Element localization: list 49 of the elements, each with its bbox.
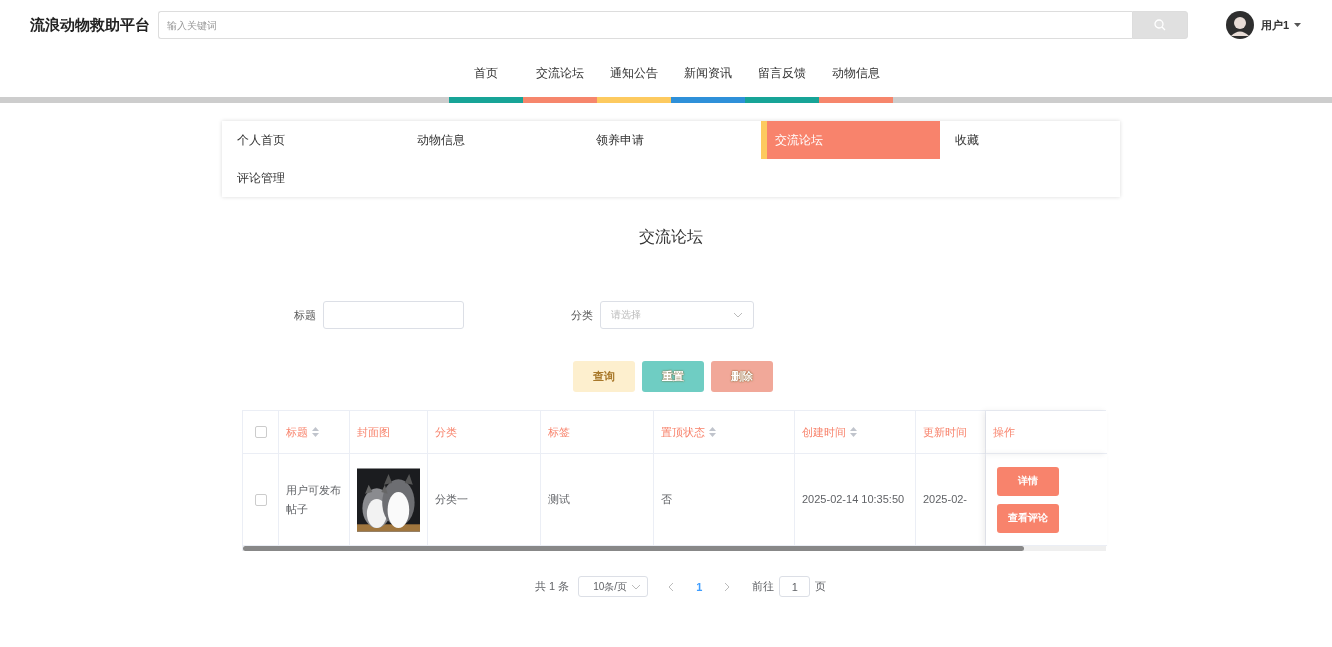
page-title: 交流论坛: [639, 228, 703, 245]
nav-link[interactable]: 留言反馈: [745, 65, 819, 82]
column-header: 分类: [435, 424, 457, 440]
search-button[interactable]: [1132, 11, 1188, 39]
search-field[interactable]: 输入关键词: [158, 11, 1132, 39]
nav-link[interactable]: 首页: [449, 65, 523, 82]
checkbox[interactable]: [254, 426, 267, 438]
table-cell-text: 否: [661, 492, 672, 508]
column-header: 更新时间: [923, 424, 967, 440]
title-input-field[interactable]: [323, 301, 464, 329]
checkbox[interactable]: [254, 493, 267, 506]
page-size-select[interactable]: 10条/页: [578, 576, 649, 597]
site-logo-text: 流浪动物救助平台: [30, 15, 151, 35]
table-cell-text: 分类一: [435, 492, 468, 508]
menu-tab[interactable]: 评论管理: [222, 159, 402, 197]
nav-link[interactable]: 交流论坛: [523, 65, 597, 82]
query-button[interactable]: 查询: [573, 361, 635, 392]
table-cell-text: 测试: [548, 492, 570, 508]
menu-tab[interactable]: 动物信息: [401, 121, 582, 159]
field-label: 标题: [294, 307, 316, 323]
caret-icon[interactable]: [1294, 23, 1302, 27]
column-header: 标签: [548, 424, 570, 440]
goto-label: 前往: [752, 579, 775, 594]
chevron-left-icon[interactable]: [668, 581, 675, 592]
table-cell-text: 用户可发布帖子: [286, 482, 342, 517]
column-header: 操作: [993, 424, 1015, 440]
table-cell-text: 2025-02-: [923, 492, 968, 508]
chevron-right-icon[interactable]: [724, 581, 731, 592]
page-input-field[interactable]: 1: [779, 576, 811, 597]
chevron-down-icon: [631, 583, 642, 590]
field-label: 分类: [571, 307, 593, 323]
sort-icon[interactable]: [312, 427, 319, 437]
user-name[interactable]: 用户1: [1261, 17, 1290, 33]
horizontal-scrollbar[interactable]: [243, 546, 1106, 551]
chevron-down-icon: [733, 312, 743, 318]
page-suffix: 页: [815, 579, 827, 594]
table-cell-text: 2025-02-14 10:35:50: [802, 492, 905, 508]
total-count: 共 1 条: [535, 579, 570, 594]
menu-tab[interactable]: 领养申请: [581, 121, 761, 159]
nav-link[interactable]: 通知公告: [597, 65, 671, 82]
search-icon: [1154, 19, 1166, 31]
sort-icon[interactable]: [850, 427, 857, 437]
column-header: 封面图: [357, 424, 390, 440]
nav-link[interactable]: 新闻资讯: [671, 65, 745, 82]
menu-tab[interactable]: 收藏: [940, 121, 1120, 159]
avatar-icon[interactable]: [1226, 11, 1254, 39]
nav-link[interactable]: 动物信息: [819, 65, 893, 82]
menu-tab[interactable]: 个人首页: [222, 121, 402, 159]
sort-icon[interactable]: [709, 427, 716, 437]
